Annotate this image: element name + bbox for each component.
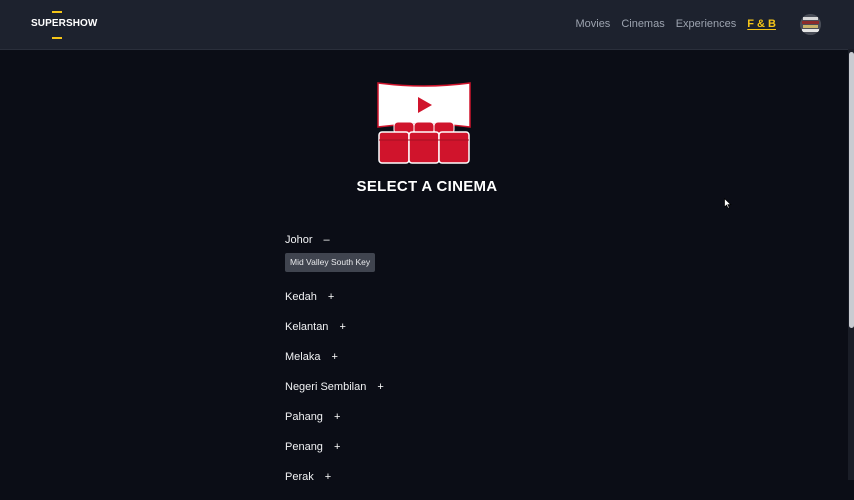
- expand-toggle-icon[interactable]: +: [328, 291, 334, 303]
- region-header[interactable]: Kelantan +: [285, 320, 384, 334]
- region-header[interactable]: Johor –: [285, 233, 384, 247]
- region-item-melaka: Melaka +: [285, 350, 384, 364]
- region-header[interactable]: Penang +: [285, 440, 384, 454]
- cinema-branch-button[interactable]: Mid Valley South Key: [285, 253, 376, 272]
- expand-toggle-icon[interactable]: +: [325, 471, 331, 483]
- region-item-negeri-sembilan: Negeri Sembilan +: [285, 380, 384, 394]
- expand-toggle-icon[interactable]: +: [339, 321, 345, 333]
- region-name[interactable]: Melaka: [285, 351, 320, 363]
- brand-logo[interactable]: SUPERSHOW: [31, 18, 97, 29]
- region-header[interactable]: Perak +: [285, 470, 384, 484]
- region-name[interactable]: Perak: [285, 471, 314, 483]
- nav-link-fnb[interactable]: F & B: [747, 18, 776, 30]
- region-name[interactable]: Pahang: [285, 411, 323, 423]
- region-item-johor: Johor – Mid Valley South Key: [285, 233, 384, 274]
- logo-accent-bar-top: [52, 11, 62, 13]
- expand-toggle-icon[interactable]: +: [334, 441, 340, 453]
- expand-toggle-icon[interactable]: +: [334, 411, 340, 423]
- nav-link-experiences[interactable]: Experiences: [676, 18, 737, 30]
- nav-link-cinemas[interactable]: Cinemas: [621, 18, 664, 30]
- region-header[interactable]: Kedah +: [285, 290, 384, 304]
- region-name[interactable]: Penang: [285, 441, 323, 453]
- user-avatar-icon[interactable]: [800, 14, 821, 35]
- cinema-screen-seats-icon: [376, 80, 472, 171]
- expand-toggle-icon[interactable]: +: [377, 381, 383, 393]
- expand-toggle-icon[interactable]: +: [331, 351, 337, 363]
- region-name[interactable]: Johor: [285, 234, 313, 246]
- region-name[interactable]: Kedah: [285, 291, 317, 303]
- region-item-pahang: Pahang +: [285, 410, 384, 424]
- logo-accent-bar-bottom: [52, 37, 62, 39]
- mouse-pointer-icon: [724, 196, 732, 214]
- region-header[interactable]: Negeri Sembilan +: [285, 380, 384, 394]
- collapse-toggle-icon[interactable]: –: [324, 234, 330, 246]
- region-item-kedah: Kedah +: [285, 290, 384, 304]
- region-header[interactable]: Melaka +: [285, 350, 384, 364]
- region-name[interactable]: Negeri Sembilan: [285, 381, 366, 393]
- region-header[interactable]: Pahang +: [285, 410, 384, 424]
- top-navbar: SUPERSHOW Movies Cinemas Experiences F &…: [0, 0, 854, 50]
- region-item-perak: Perak +: [285, 470, 384, 484]
- region-name[interactable]: Kelantan: [285, 321, 328, 333]
- region-item-penang: Penang +: [285, 440, 384, 454]
- region-item-kelantan: Kelantan +: [285, 320, 384, 334]
- region-list: Johor – Mid Valley South Key Kedah + Kel…: [285, 233, 384, 500]
- main-nav: Movies Cinemas Experiences F & B: [575, 18, 776, 30]
- page-title: SELECT A CINEMA: [356, 178, 498, 195]
- nav-link-movies[interactable]: Movies: [575, 18, 610, 30]
